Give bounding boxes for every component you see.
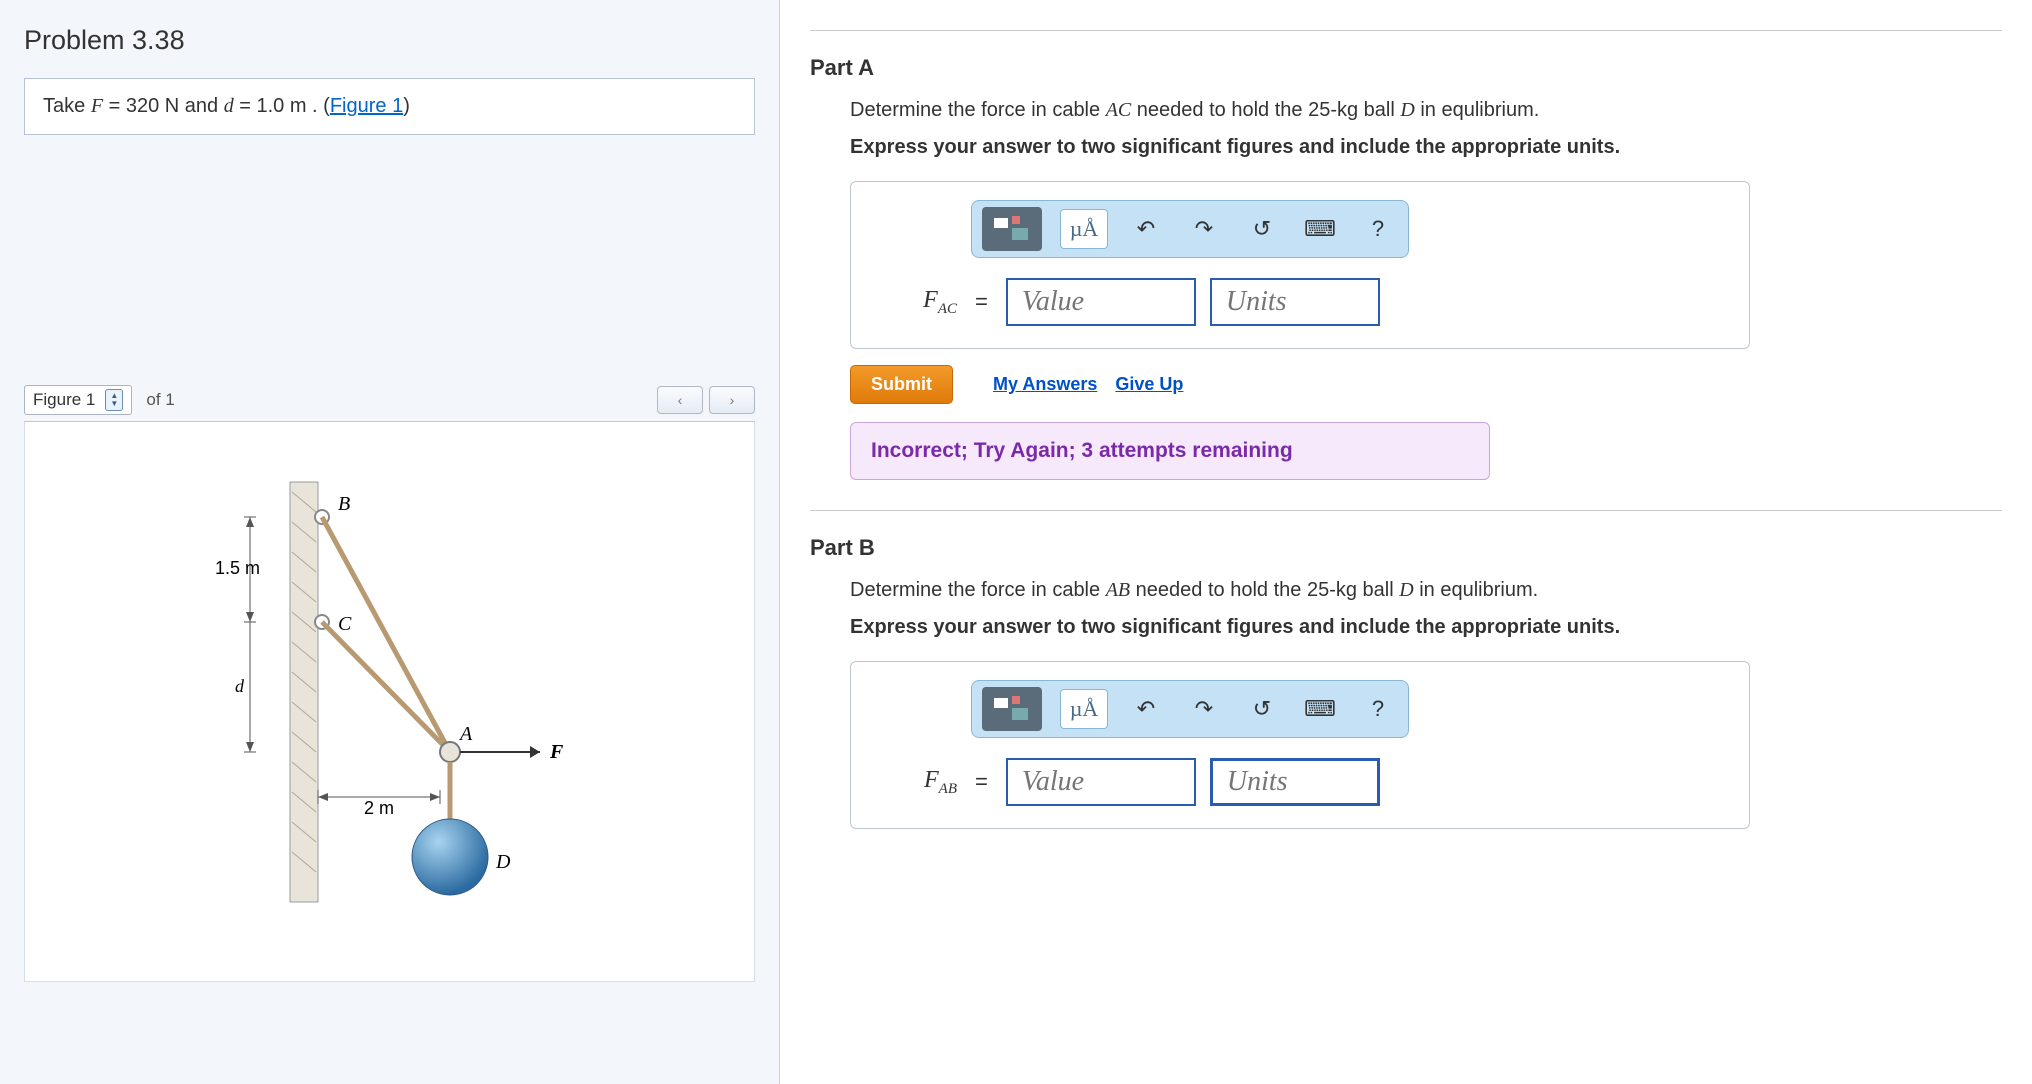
figure-prev-button[interactable]: ‹ (657, 386, 703, 414)
label-D: D (495, 851, 511, 873)
figure-selector-label: Figure 1 (33, 390, 95, 410)
equals-sign: = (975, 289, 988, 315)
undo-icon[interactable]: ↶ (1126, 689, 1166, 729)
reset-icon[interactable]: ↺ (1242, 689, 1282, 729)
part-a-prompt-mid: needed to hold the 25-kg ball (1131, 99, 1400, 121)
figure-selector[interactable]: Figure 1 ▲▼ (24, 385, 132, 415)
part-a-title: Part A (810, 55, 2002, 81)
label-A: A (458, 723, 473, 745)
redo-icon[interactable]: ↷ (1184, 689, 1224, 729)
part-a-instruction: Express your answer to two significant f… (850, 136, 2002, 159)
problem-title: Problem 3.38 (24, 25, 755, 56)
and-text: and (179, 95, 223, 117)
part-b-title: Part B (810, 535, 2002, 561)
updown-icon[interactable]: ▲▼ (105, 389, 123, 411)
label-B: B (338, 493, 350, 515)
give-up-link[interactable]: Give Up (1115, 374, 1183, 395)
d-value: = 1.0 m (234, 95, 307, 117)
part-b-cable: AB (1106, 579, 1130, 601)
part-b-variable: FAB (873, 767, 957, 798)
my-answers-link[interactable]: My Answers (993, 374, 1097, 395)
part-a-toolbar: µÅ ↶ ↷ ↺ ⌨ ? (971, 200, 1409, 258)
part-b-answer-box: µÅ ↶ ↷ ↺ ⌨ ? FAB = (850, 661, 1750, 829)
figure-canvas: 1.5 m d 2 m B C A F D (24, 422, 755, 982)
part-b-prompt-mid: needed to hold the 25-kg ball (1130, 579, 1399, 601)
label-d: d (235, 676, 245, 696)
part-a-prompt-pre: Determine the force in cable (850, 99, 1106, 121)
figure-controls: Figure 1 ▲▼ of 1 ‹ › (24, 385, 755, 422)
label-F: F (549, 741, 564, 763)
part-b-instruction: Express your answer to two significant f… (850, 616, 2002, 639)
period-text: . ( (307, 95, 330, 117)
problem-statement-box: Take F = 320 N and d = 1.0 m . (Figure 1… (24, 78, 755, 135)
part-b-prompt-post: in equlibrium. (1414, 579, 1539, 601)
units-button[interactable]: µÅ (1060, 689, 1108, 729)
statement-text: Take (43, 95, 91, 117)
part-a-value-input[interactable] (1006, 278, 1196, 326)
part-b-value-input[interactable] (1006, 758, 1196, 806)
figure-link[interactable]: Figure 1 (330, 95, 403, 117)
label-1.5m: 1.5 m (215, 558, 260, 578)
figure-svg: 1.5 m d 2 m B C A F D (180, 462, 600, 942)
part-b-toolbar: µÅ ↶ ↷ ↺ ⌨ ? (971, 680, 1409, 738)
part-b-units-input[interactable] (1210, 758, 1380, 806)
label-2m: 2 m (364, 798, 394, 818)
part-b-prompt: Determine the force in cable AB needed t… (850, 579, 2002, 602)
templates-icon[interactable] (982, 207, 1042, 251)
part-b-ball: D (1399, 579, 1413, 601)
figure-of-label: of 1 (146, 390, 174, 410)
part-a-prompt-post: in equlibrium. (1415, 99, 1540, 121)
F-value: = 320 N (103, 95, 179, 117)
part-a-units-input[interactable] (1210, 278, 1380, 326)
part-a-feedback: Incorrect; Try Again; 3 attempts remaini… (850, 422, 1490, 480)
part-b-prompt-pre: Determine the force in cable (850, 579, 1106, 601)
keyboard-icon[interactable]: ⌨ (1300, 209, 1340, 249)
keyboard-icon[interactable]: ⌨ (1300, 689, 1340, 729)
part-a-cable: AC (1106, 99, 1132, 121)
reset-icon[interactable]: ↺ (1242, 209, 1282, 249)
part-a-answer-box: µÅ ↶ ↷ ↺ ⌨ ? FAC = (850, 181, 1750, 349)
close-paren: ) (403, 95, 410, 117)
label-C: C (338, 613, 352, 635)
equals-sign: = (975, 769, 988, 795)
redo-icon[interactable]: ↷ (1184, 209, 1224, 249)
var-d: d (224, 95, 234, 117)
part-a-prompt: Determine the force in cable AC needed t… (850, 99, 2002, 122)
part-a-variable: FAC (873, 287, 957, 318)
part-a-ball: D (1400, 99, 1414, 121)
var-F: F (91, 95, 103, 117)
figure-next-button[interactable]: › (709, 386, 755, 414)
part-a-submit-button[interactable]: Submit (850, 365, 953, 404)
templates-icon[interactable] (982, 687, 1042, 731)
help-icon[interactable]: ? (1358, 689, 1398, 729)
undo-icon[interactable]: ↶ (1126, 209, 1166, 249)
units-button[interactable]: µÅ (1060, 209, 1108, 249)
help-icon[interactable]: ? (1358, 209, 1398, 249)
